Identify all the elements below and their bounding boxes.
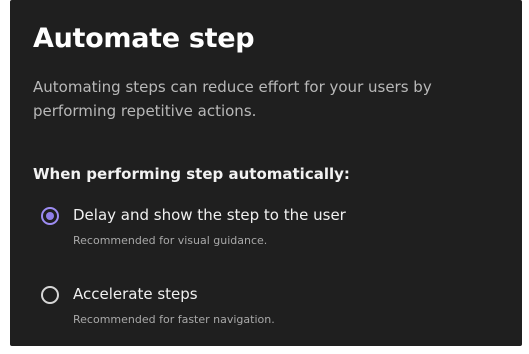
option-label: Delay and show the step to the user (73, 206, 346, 224)
automation-mode-heading: When performing step automatically: (33, 165, 350, 183)
option-accelerate-steps[interactable]: Accelerate steps Recommended for faster … (41, 284, 501, 330)
radio-checked-icon[interactable] (41, 207, 59, 225)
automate-step-panel: Automate step Automating steps can reduc… (10, 0, 522, 346)
option-label: Accelerate steps (73, 285, 198, 303)
panel-description: Automating steps can reduce effort for y… (33, 78, 432, 120)
option-hint: Recommended for visual guidance. (73, 234, 268, 247)
radio-unchecked-icon[interactable] (41, 286, 59, 304)
option-hint: Recommended for faster navigation. (73, 313, 275, 326)
option-delay-and-show[interactable]: Delay and show the step to the user Reco… (41, 205, 501, 251)
panel-title: Automate step (33, 23, 255, 54)
